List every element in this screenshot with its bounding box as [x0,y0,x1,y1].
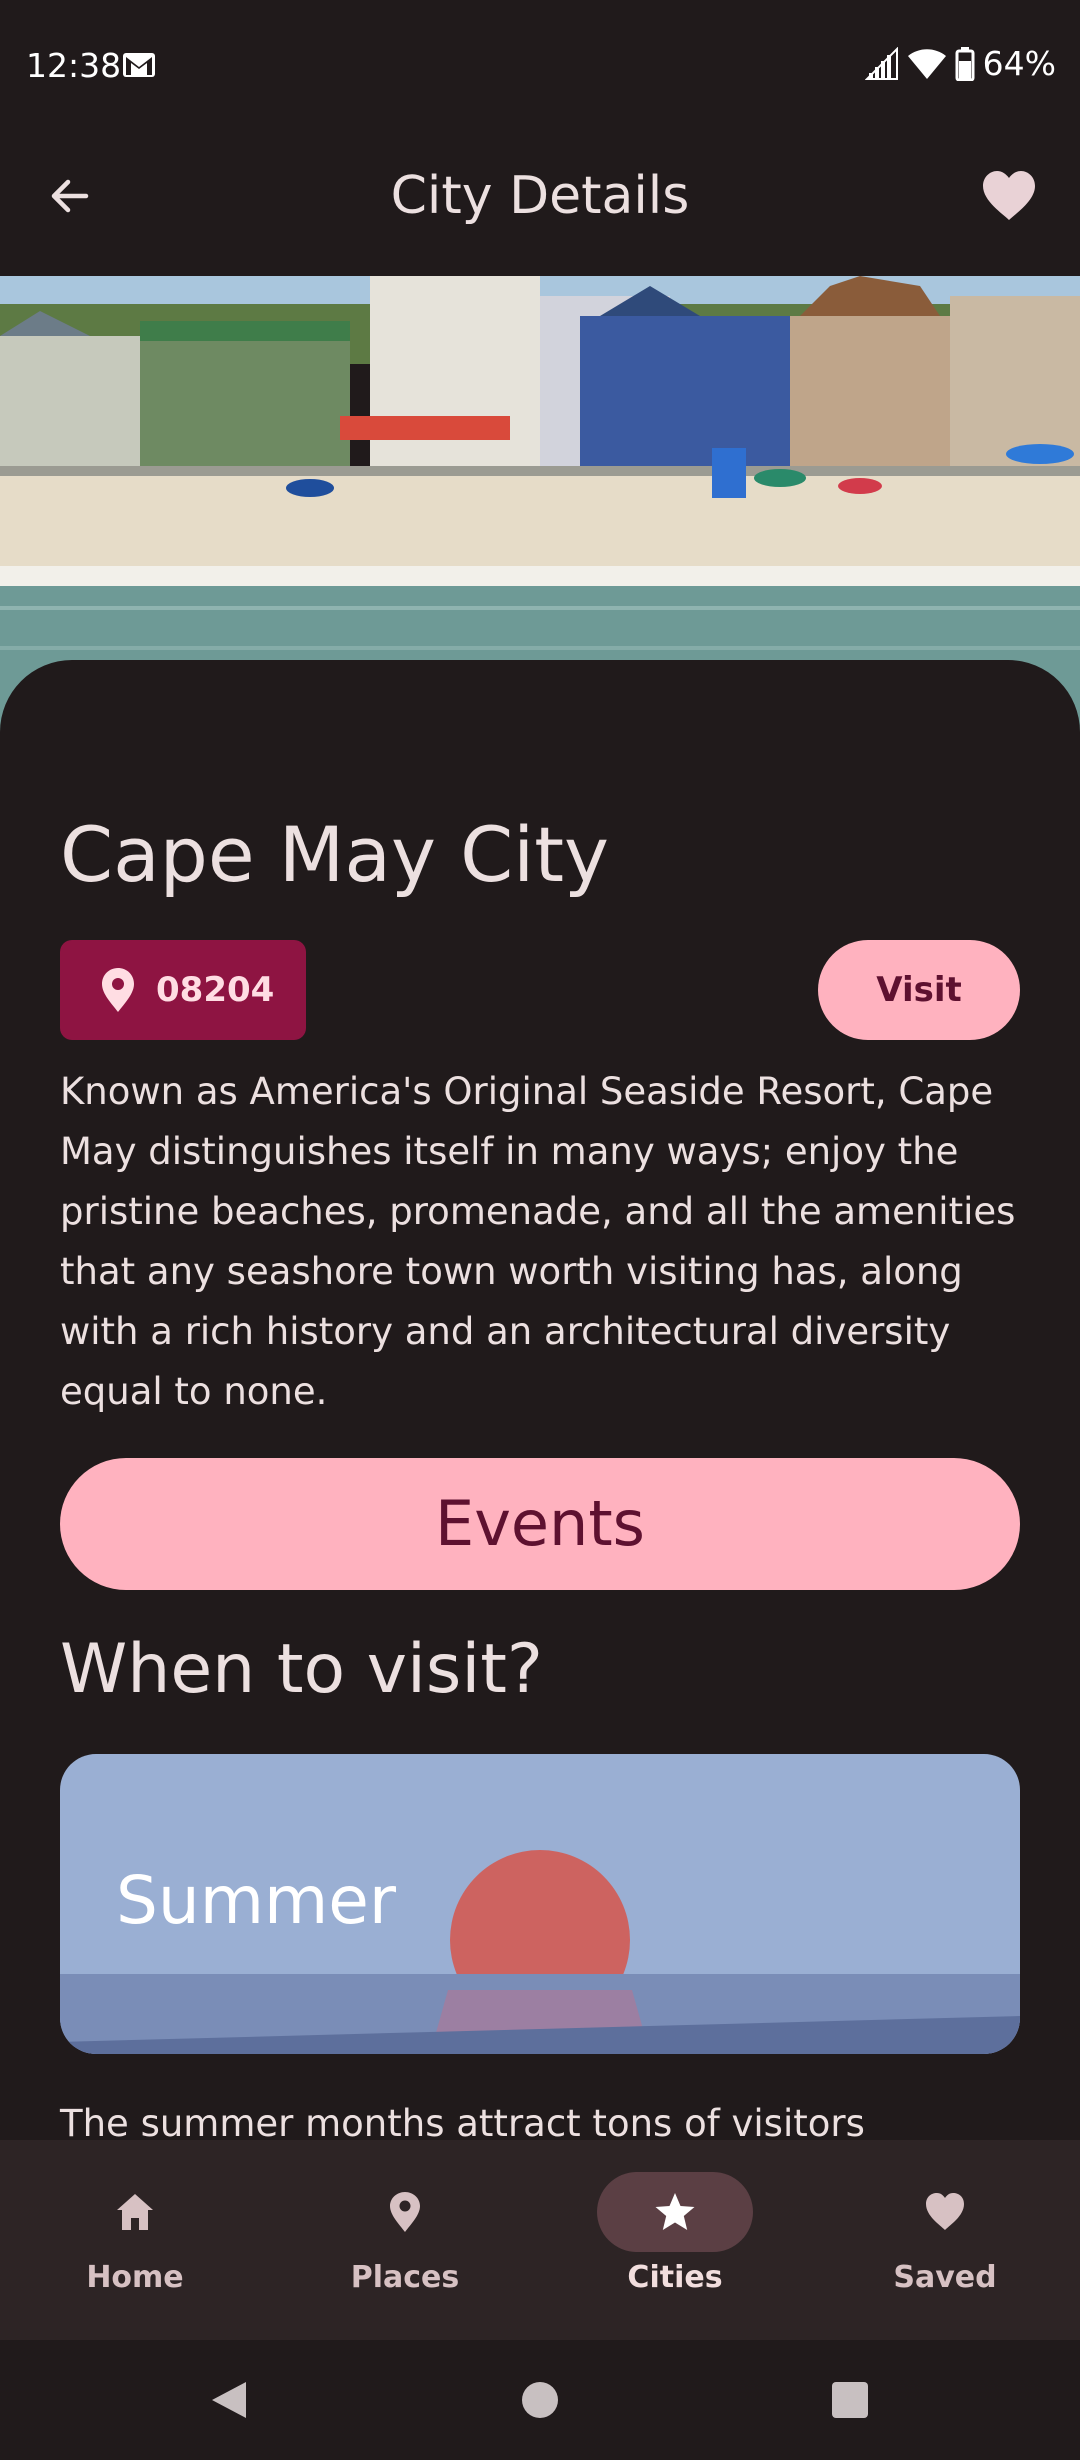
zip-code: 08204 [156,970,275,1010]
when-to-visit-heading: When to visit? [60,1630,543,1709]
place-pin-icon [390,2192,420,2232]
nav-item-home[interactable]: Home [0,2140,270,2340]
zip-code-chip: 08204 [60,940,306,1040]
gmail-notification-icon [123,53,155,77]
heart-icon [926,2193,964,2230]
star-icon [655,2193,695,2230]
nav-label-cities: Cities [627,2260,723,2295]
bottom-navigation: Home Places Cities Saved [0,2140,1080,2340]
cell-signal-icon [864,46,898,80]
battery-icon [955,46,975,81]
events-button[interactable]: Events [60,1458,1020,1590]
season-card[interactable]: Summer [60,1754,1020,2054]
city-detail-sheet: Cape May City 08204 Visit Known as Ameri… [0,660,1080,2145]
nav-label-home: Home [86,2260,184,2295]
battery-percent: 64% [982,44,1056,83]
status-time: 12:38 [26,46,122,85]
status-icons: 64% [864,44,1056,83]
visit-button[interactable]: Visit [818,940,1020,1040]
system-home-icon[interactable] [518,2378,562,2422]
city-details-screen: 12:38 64% City Details Cape May City 082… [0,0,1080,2460]
nav-item-places[interactable]: Places [270,2140,540,2340]
top-app-bar: City Details [0,130,1080,276]
system-back-icon[interactable] [206,2378,250,2422]
nav-label-places: Places [350,2260,460,2295]
heart-icon[interactable] [980,168,1038,224]
home-icon [117,2194,153,2230]
place-pin-icon [102,968,134,1012]
city-description: Known as America's Original Seaside Reso… [60,1070,1016,1413]
system-recents-icon[interactable] [828,2378,872,2422]
nav-item-saved[interactable]: Saved [810,2140,1080,2340]
nav-label-saved: Saved [893,2260,997,2295]
wifi-icon [907,48,946,79]
page-title: City Details [390,166,690,226]
season-label: Summer [116,1862,397,1939]
system-navigation-bar [0,2340,1080,2460]
city-name: Cape May City [60,810,610,899]
status-bar: 12:38 64% [0,0,1080,130]
nav-item-cities[interactable]: Cities [540,2140,810,2340]
